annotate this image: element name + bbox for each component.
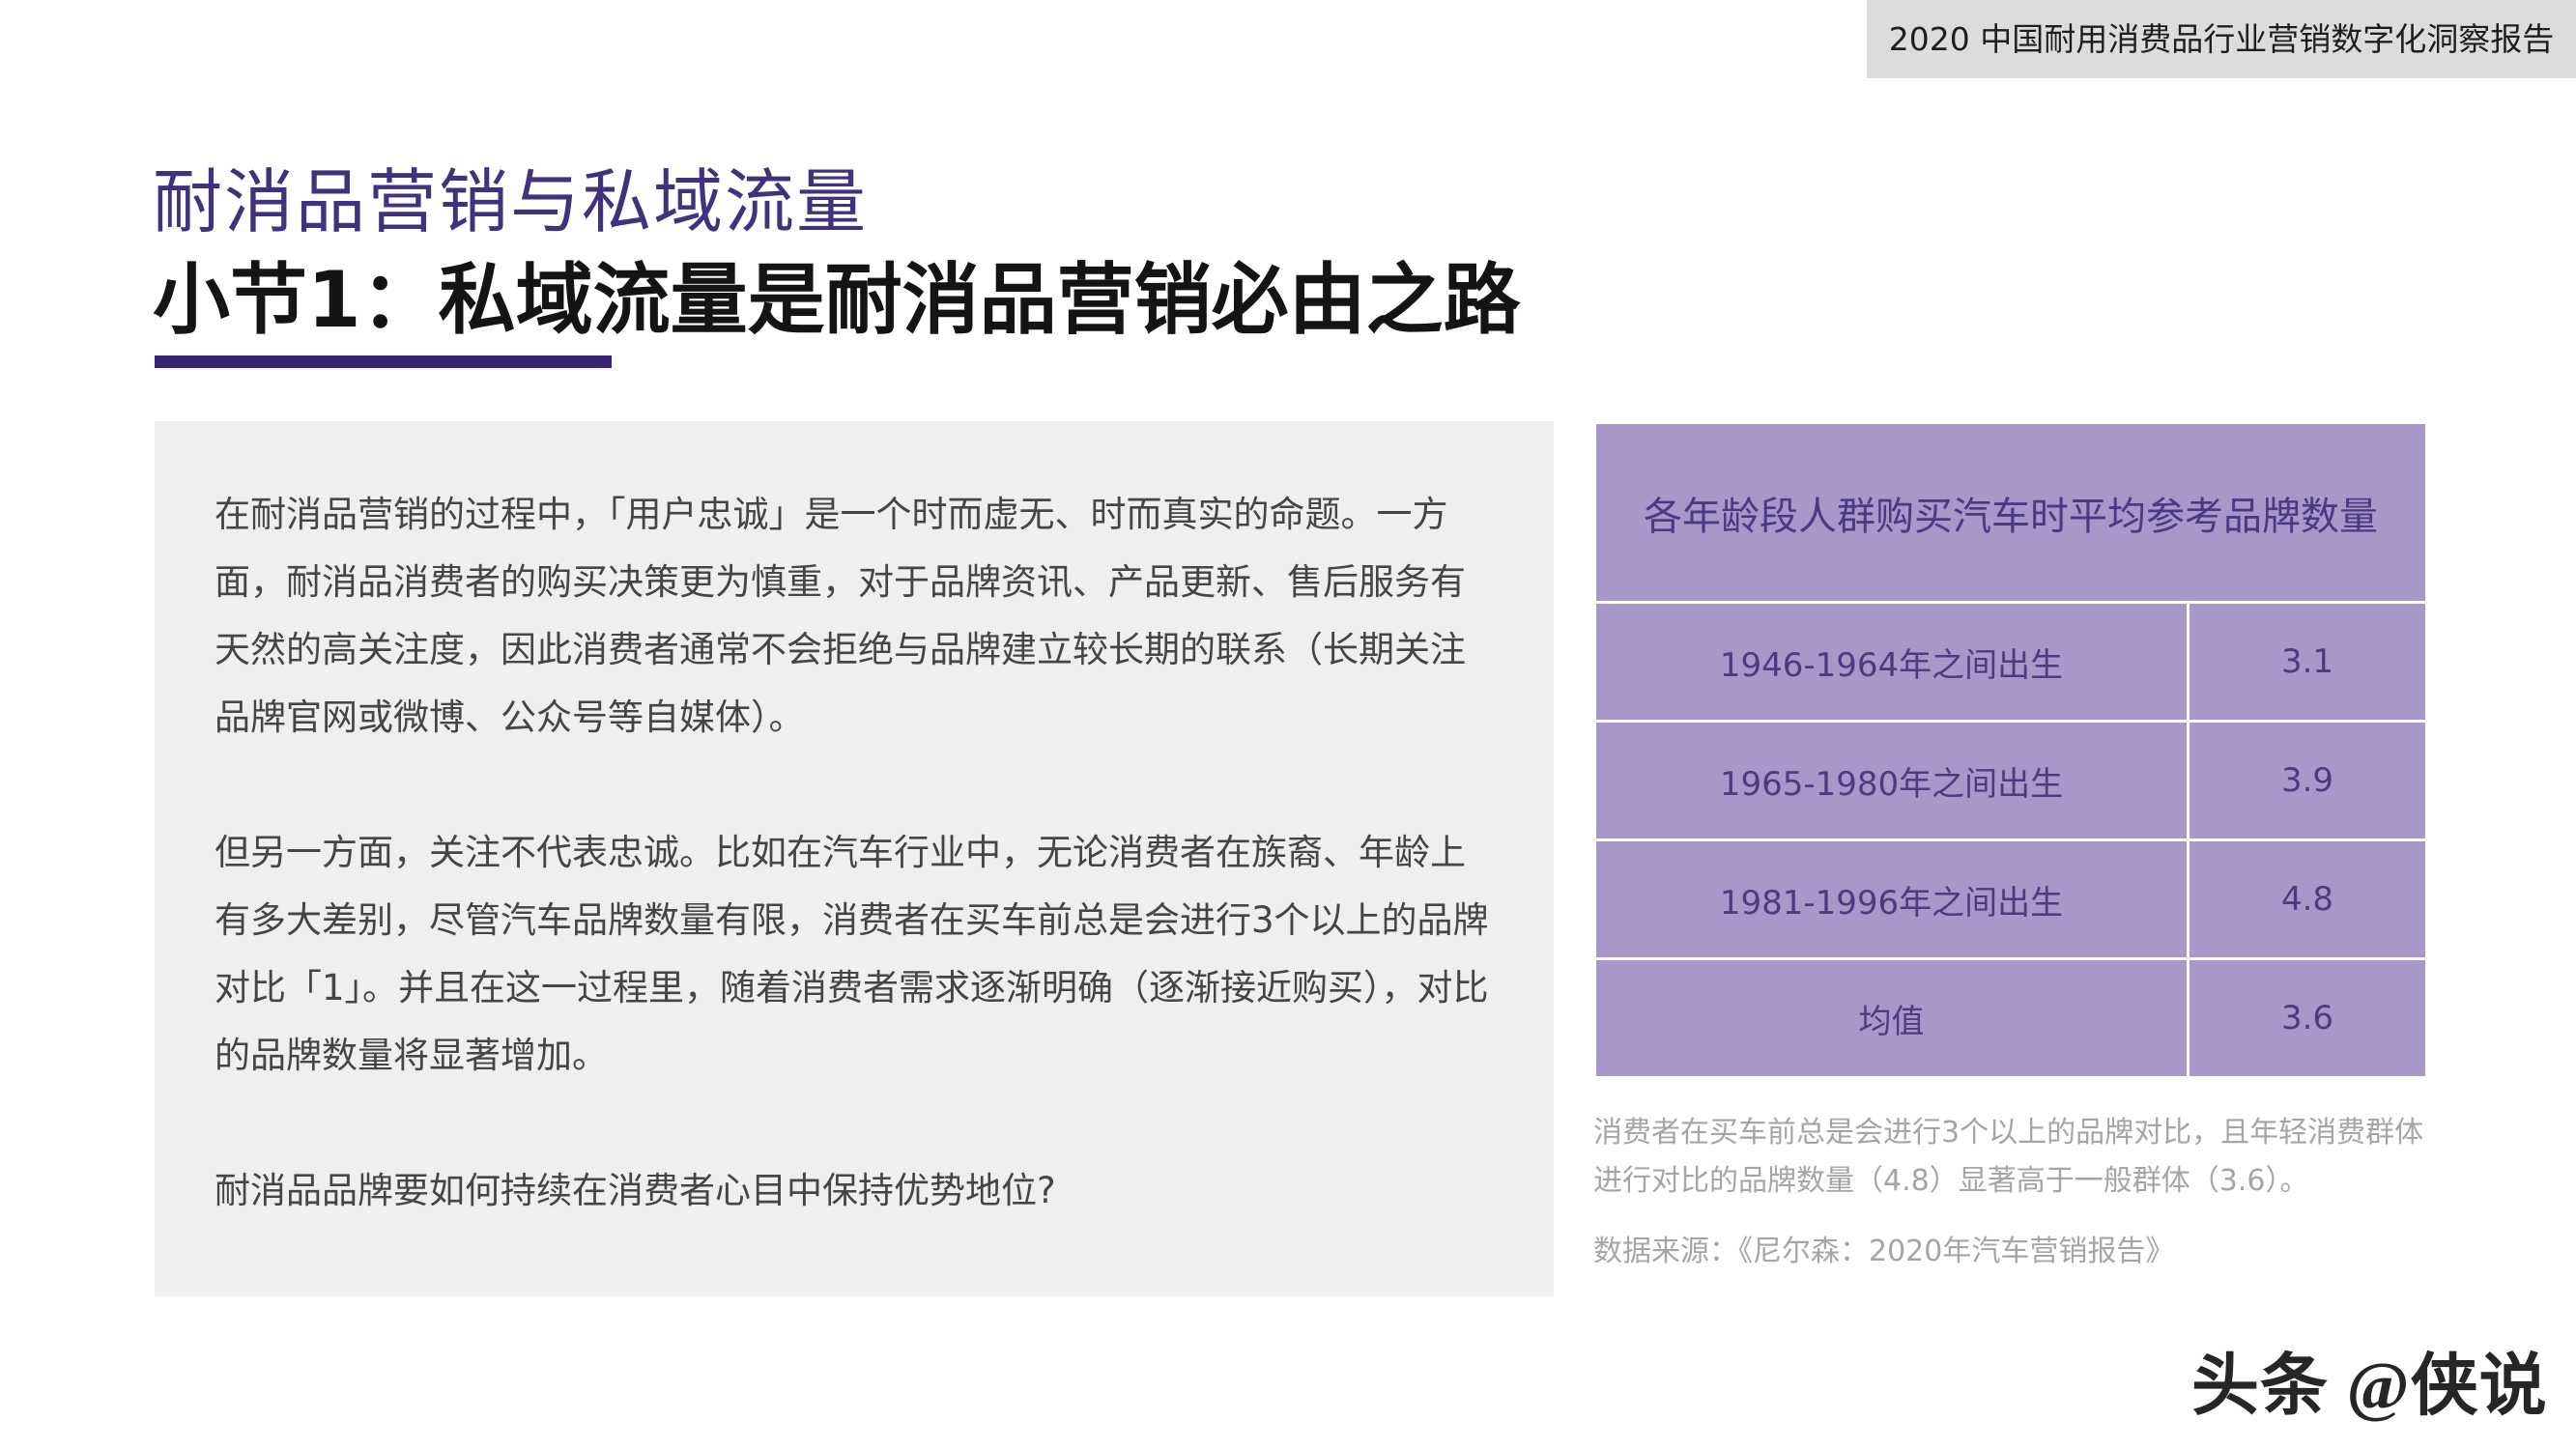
paragraph-1: 在耐消品营销的过程中，「用户忠诚」是一个时而虚无、时而真实的命题。一方面，耐消品… [215, 494, 1466, 738]
brand-count-table: 各年龄段人群购买汽车时平均参考品牌数量 1946-1964年之间出生 3.1 1… [1593, 421, 2428, 1079]
paragraph-2: 但另一方面，关注不代表忠诚。比如在汽车行业中，无论消费者在族裔、年龄上有多大差别… [215, 832, 1489, 1076]
row-label: 均值 [1593, 957, 2190, 1079]
report-title-tag: 2020 中国耐用消费品行业营销数字化洞察报告 [1867, 0, 2576, 78]
watermark-logo: 头条 @侠说 [2191, 1350, 2548, 1424]
row-value: 3.6 [2187, 957, 2428, 1079]
table-row: 1965-1980年之间出生 3.9 [1593, 720, 2428, 841]
row-value: 4.8 [2187, 838, 2428, 960]
subsection-title: 小节1：私域流量是耐消品营销必由之路 [153, 255, 1521, 345]
row-label: 1981-1996年之间出生 [1593, 838, 2190, 960]
row-label: 1946-1964年之间出生 [1593, 601, 2190, 723]
table-header-row: 各年龄段人群购买汽车时平均参考品牌数量 [1593, 421, 2428, 604]
row-value: 3.9 [2187, 720, 2428, 841]
table-row: 均值 3.6 [1593, 957, 2428, 1079]
row-value: 3.1 [2187, 601, 2428, 723]
table-title: 各年龄段人群购买汽车时平均参考品牌数量 [1593, 421, 2428, 604]
row-label: 1965-1980年之间出生 [1593, 720, 2190, 841]
data-source: 数据来源：《尼尔森：2020年汽车营销报告》 [1593, 1235, 2175, 1268]
title-underline [155, 355, 612, 368]
section-title: 耐消品营销与私域流量 [153, 161, 869, 242]
table-row: 1981-1996年之间出生 4.8 [1593, 838, 2428, 960]
paragraph-3: 耐消品品牌要如何持续在消费者心目中保持优势地位? [215, 1170, 1056, 1211]
body-text-panel: 在耐消品营销的过程中，「用户忠诚」是一个时而虚无、时而真实的命题。一方面，耐消品… [155, 421, 1554, 1296]
table-row: 1946-1964年之间出生 3.1 [1593, 601, 2428, 723]
table-caption: 消费者在买车前总是会进行3个以上的品牌对比，且年轻消费群体进行对比的品牌数量（4… [1593, 1116, 2424, 1198]
